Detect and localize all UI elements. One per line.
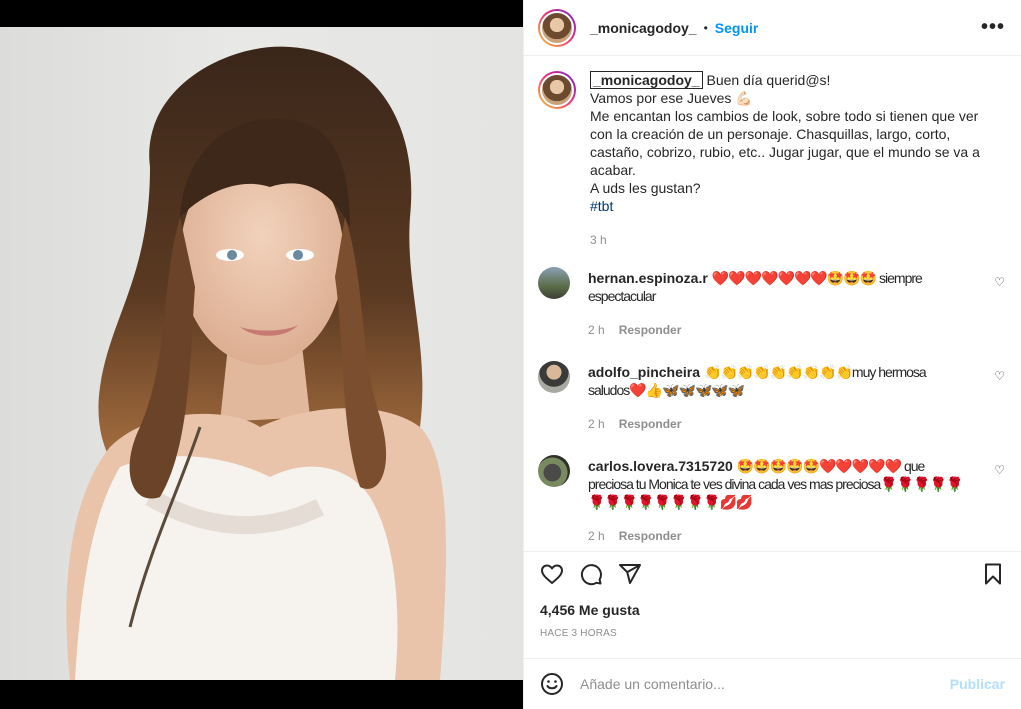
comment-username[interactable]: adolfo_pincheira [588,364,700,380]
comment-username[interactable]: carlos.lovera.7315720 [588,458,733,474]
caption-line-4: A uds les gustan? [590,180,701,196]
reply-button[interactable]: Responder [619,529,682,543]
hashtag-link[interactable]: #tbt [590,197,990,215]
post-timestamp: HACE 3 HORAS [540,628,617,639]
comment-meta: 2 h Responder [588,321,968,339]
comment-time: 2 h [588,529,605,543]
author-avatar[interactable] [538,8,576,47]
comment-like-heart-icon[interactable]: ♡ [994,275,1005,289]
share-icon[interactable] [618,562,642,586]
comment-icon[interactable] [579,562,603,586]
comment-meta: 2 h Responder [588,415,968,433]
commenter-avatar[interactable] [538,455,570,487]
comment-text: adolfo_pincheira 👏👏👏👏👏👏👏👏👏muy hermosa sal… [588,361,968,433]
follow-button[interactable]: Seguir [715,20,759,36]
reply-button[interactable]: Responder [619,323,682,337]
bookmark-icon[interactable] [981,562,1005,586]
post-actions: 4,456 Me gusta HACE 3 HORAS [524,551,1021,639]
post-header: _monicagodoy_ • Seguir ••• [524,0,1021,56]
caption-line-3: Me encantan los cambios de look, sobre t… [590,108,980,178]
emoji-icon[interactable] [540,672,564,696]
publish-button[interactable]: Publicar [950,676,1005,692]
comment-input[interactable] [580,676,950,692]
caption-text: _monicagodoy_ Buen día querid@s! Vamos p… [590,71,990,249]
comment-time: 2 h [588,417,605,431]
comment-item: hernan.espinoza.r ❤️❤️❤️❤️❤️❤️❤️🤩🤩🤩 siemp… [538,267,1005,339]
action-icons-row [540,562,1005,586]
comment-item: adolfo_pincheira 👏👏👏👏👏👏👏👏👏muy hermosa sal… [538,361,1005,433]
heart-icon[interactable] [540,562,564,586]
commenter-avatar[interactable] [538,267,570,299]
likes-count[interactable]: 4,456 Me gusta [540,602,1005,618]
comments-scroll-area[interactable]: _monicagodoy_ Buen día querid@s! Vamos p… [524,57,1021,551]
post-modal: _monicagodoy_ • Seguir ••• _monicagodoy_… [0,0,1021,709]
comment-like-heart-icon[interactable]: ♡ [994,463,1005,477]
comment-like-heart-icon[interactable]: ♡ [994,369,1005,383]
caption-avatar[interactable] [538,71,576,109]
reply-button[interactable]: Responder [619,417,682,431]
portrait-image [66,46,446,680]
commenter-avatar[interactable] [538,361,570,393]
post-media [0,0,523,709]
caption-time: 3 h [590,233,607,247]
comment-text: hernan.espinoza.r ❤️❤️❤️❤️❤️❤️❤️🤩🤩🤩 siemp… [588,267,968,339]
add-comment-bar: Publicar [524,658,1021,709]
more-options-icon[interactable]: ••• [981,16,1005,39]
comment-meta: 2 h Responder [588,527,968,545]
comment-time: 2 h [588,323,605,337]
caption: _monicagodoy_ Buen día querid@s! Vamos p… [538,71,1005,249]
caption-line-2: Vamos por ese Jueves 💪🏻 [590,90,753,106]
comment-item: carlos.lovera.7315720 🤩🤩🤩🤩🤩❤️❤️❤️❤️❤️ que… [538,455,1005,545]
comment-text: carlos.lovera.7315720 🤩🤩🤩🤩🤩❤️❤️❤️❤️❤️ que… [588,455,968,545]
author-username[interactable]: _monicagodoy_ [590,20,697,36]
separator-dot: • [703,20,708,35]
post-side-panel: _monicagodoy_ • Seguir ••• _monicagodoy_… [523,0,1021,709]
caption-username[interactable]: _monicagodoy_ [590,71,703,89]
comment-username[interactable]: hernan.espinoza.r [588,270,708,286]
caption-line-1: Buen día querid@s! [706,72,831,88]
post-photo[interactable] [0,27,523,680]
